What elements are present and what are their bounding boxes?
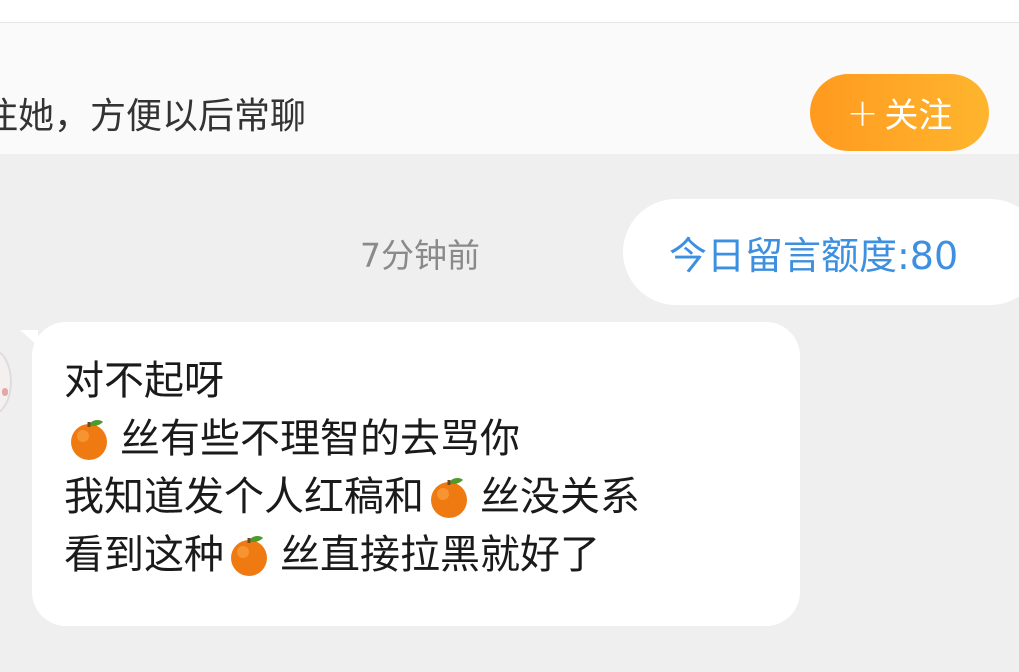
message-text: 丝直接拉黑就好了: [280, 532, 600, 578]
follow-prompt-text: 注她，方便以后常聊: [0, 96, 307, 137]
message-quota-badge: 今日留言额度:80: [623, 199, 1019, 305]
message-text: 看到这种: [64, 532, 224, 578]
message-line-2: 丝有些不理智的去骂你: [64, 410, 800, 468]
message-timestamp: 7分钟前: [360, 236, 480, 275]
tangerine-icon: [226, 532, 272, 578]
tangerine-icon: [66, 416, 112, 462]
top-divider-strip: [0, 0, 1019, 23]
message-line-3: 我知道发个人红稿和 丝没关系: [64, 468, 800, 526]
plus-icon: +: [846, 90, 879, 135]
message-text: 丝没关系: [480, 474, 640, 520]
sender-avatar[interactable]: [0, 348, 12, 416]
follow-prompt-bar: 注她，方便以后常聊 + 关注: [0, 23, 1019, 154]
message-text: 丝有些不理智的去骂你: [120, 416, 520, 462]
message-text: 我知道发个人红稿和: [64, 474, 424, 520]
message-quota-text: 今日留言额度:80: [669, 233, 959, 278]
follow-button-label: 关注: [884, 96, 953, 136]
received-message-bubble[interactable]: 对不起呀 丝有些不理智的去骂你 我知道发个人红稿和 丝没关系 看到这种 丝直接拉…: [32, 322, 800, 626]
follow-button[interactable]: + 关注: [810, 74, 989, 151]
message-text: 对不起呀: [64, 358, 224, 404]
message-line-1: 对不起呀: [64, 352, 800, 410]
message-line-4: 看到这种 丝直接拉黑就好了: [64, 526, 800, 584]
tangerine-icon: [426, 474, 472, 520]
